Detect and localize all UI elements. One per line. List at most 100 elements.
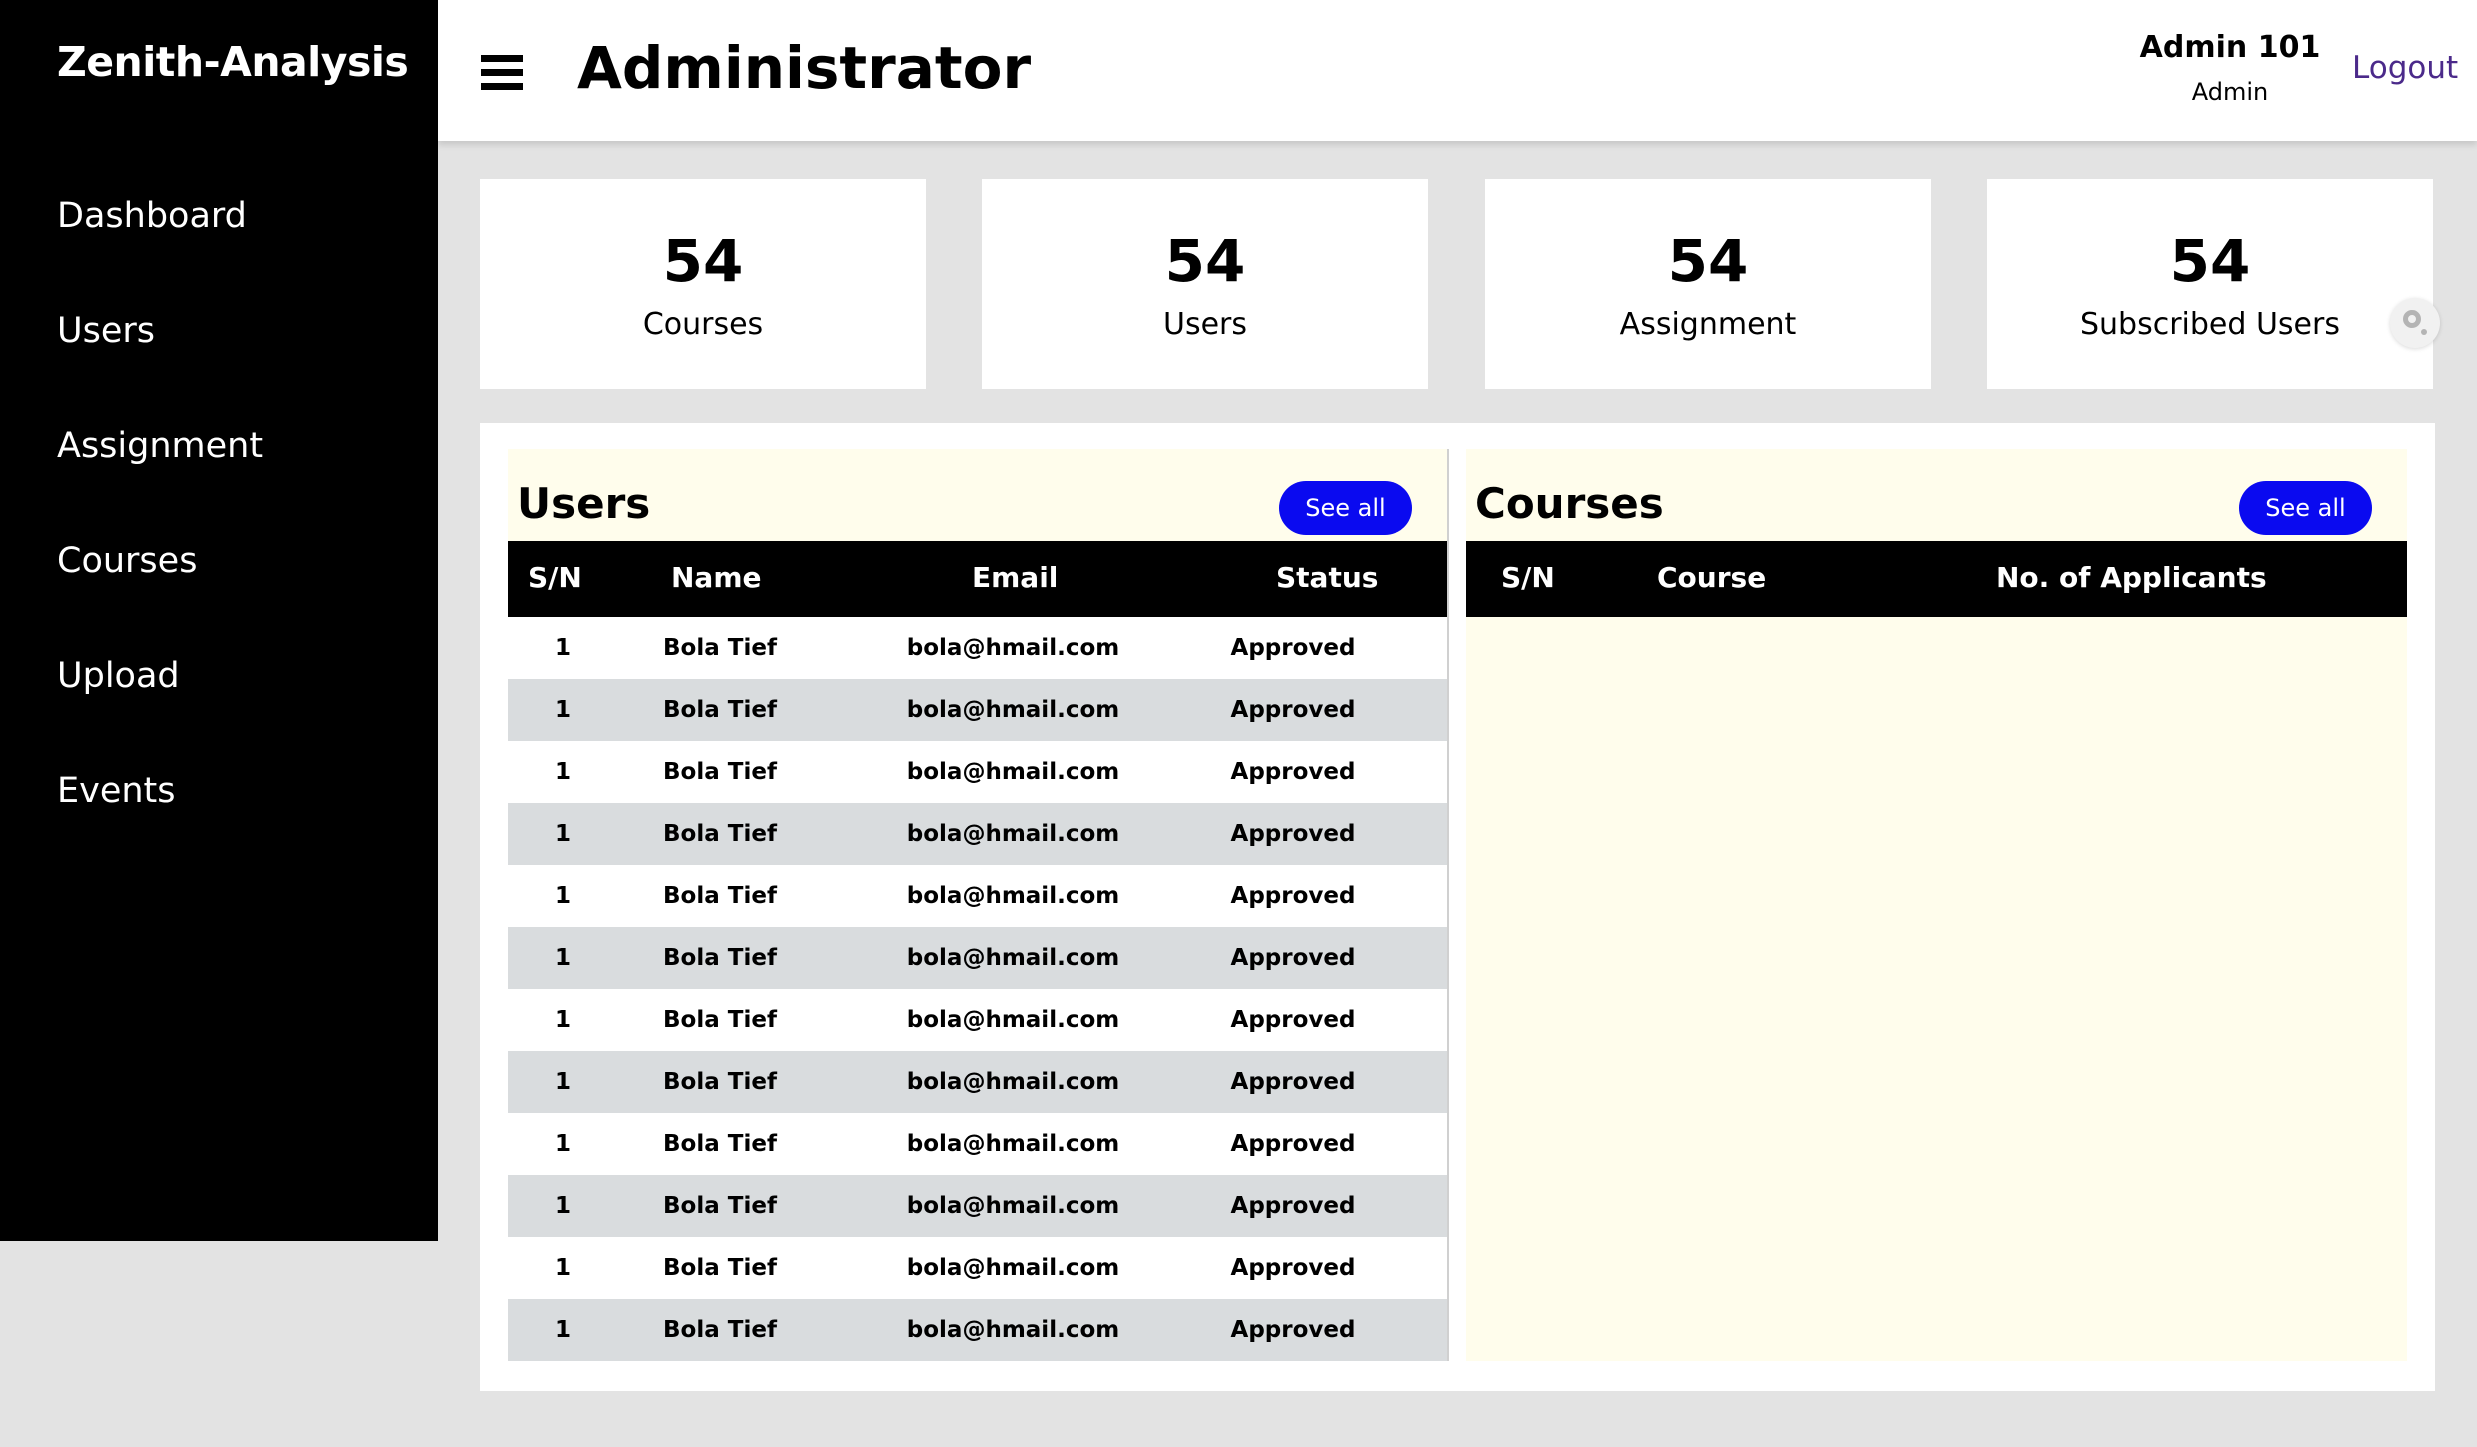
hamburger-menu-icon[interactable] [481, 55, 523, 91]
stat-label: Courses [642, 307, 764, 342]
stat-card-subscribed-users[interactable]: 54 Subscribed Users [1987, 179, 2433, 389]
column-header-applicants[interactable]: No. of Applicants [1996, 561, 2267, 594]
cell-status: Approved [1230, 1193, 1356, 1219]
cell-status: Approved [1230, 635, 1356, 661]
cell-name: Bola Tief [663, 1317, 777, 1343]
cell-email: bola@hmail.com [906, 759, 1120, 785]
cell-sn: 1 [554, 883, 571, 909]
cell-status: Approved [1230, 1069, 1356, 1095]
table-row[interactable]: 1 Bola Tief bola@hmail.com Approved [508, 927, 1448, 989]
cell-sn: 1 [554, 1255, 571, 1281]
cell-name: Bola Tief [663, 1255, 777, 1281]
courses-table-body [1466, 617, 2407, 1361]
cell-email: bola@hmail.com [906, 1317, 1120, 1343]
stat-label: Users [1162, 307, 1247, 342]
cell-sn: 1 [554, 1317, 571, 1343]
table-row[interactable]: 1 Bola Tief bola@hmail.com Approved [508, 1113, 1448, 1175]
sidebar-item-events[interactable]: Events [57, 771, 176, 811]
users-panel-title: Users [517, 479, 651, 528]
table-row[interactable]: 1 Bola Tief bola@hmail.com Approved [508, 1175, 1448, 1237]
sidebar-item-upload[interactable]: Upload [57, 656, 180, 696]
stat-value: 54 [1667, 227, 1749, 295]
cell-email: bola@hmail.com [906, 1255, 1120, 1281]
cell-name: Bola Tief [663, 1007, 777, 1033]
cell-status: Approved [1230, 759, 1356, 785]
users-panel-header: Users See all [508, 449, 1448, 546]
sidebar-item-courses[interactable]: Courses [57, 541, 197, 581]
cell-email: bola@hmail.com [906, 883, 1120, 909]
brand-logo[interactable]: Zenith-Analysis [57, 38, 409, 86]
table-row[interactable]: 1 Bola Tief bola@hmail.com Approved [508, 865, 1448, 927]
cell-email: bola@hmail.com [906, 1193, 1120, 1219]
table-row[interactable]: 1 Bola Tief bola@hmail.com Approved [508, 679, 1448, 741]
table-row[interactable]: 1 Bola Tief bola@hmail.com Approved [508, 617, 1448, 679]
column-header-sn[interactable]: S/N [1501, 561, 1555, 594]
table-row[interactable]: 1 Bola Tief bola@hmail.com Approved [508, 1051, 1448, 1113]
courses-see-all-button[interactable]: See all [2239, 481, 2372, 535]
sidebar: Zenith-Analysis Dashboard Users Assignme… [0, 0, 438, 1241]
sidebar-item-assignment[interactable]: Assignment [57, 426, 263, 466]
cell-status: Approved [1230, 883, 1356, 909]
column-header-status[interactable]: Status [1276, 561, 1378, 594]
column-header-name[interactable]: Name [671, 561, 762, 594]
cell-name: Bola Tief [663, 1069, 777, 1095]
cell-sn: 1 [554, 821, 571, 847]
cell-sn: 1 [554, 1069, 571, 1095]
cell-sn: 1 [554, 697, 571, 723]
table-row[interactable]: 1 Bola Tief bola@hmail.com Approved [508, 1299, 1448, 1361]
cell-email: bola@hmail.com [906, 1007, 1120, 1033]
courses-panel-header: Courses See all [1466, 449, 2407, 546]
user-name: Admin 101 [2139, 30, 2321, 65]
stat-card-assignment[interactable]: 54 Assignment [1485, 179, 1931, 389]
cell-name: Bola Tief [663, 759, 777, 785]
stat-card-users[interactable]: 54 Users [982, 179, 1428, 389]
table-row[interactable]: 1 Bola Tief bola@hmail.com Approved [508, 1237, 1448, 1299]
cell-status: Approved [1230, 1131, 1356, 1157]
cell-status: Approved [1230, 697, 1356, 723]
cell-status: Approved [1230, 1317, 1356, 1343]
cell-sn: 1 [554, 945, 571, 971]
cell-name: Bola Tief [663, 821, 777, 847]
cell-sn: 1 [554, 635, 571, 661]
cell-sn: 1 [554, 759, 571, 785]
stat-label: Assignment [1619, 307, 1797, 342]
users-table-header: S/N Name Email Status [508, 541, 1448, 617]
panel-divider [1447, 449, 1449, 1361]
sidebar-item-users[interactable]: Users [57, 311, 155, 351]
cell-name: Bola Tief [663, 697, 777, 723]
users-table-body: 1 Bola Tief bola@hmail.com Approved 1 Bola Ti… [508, 617, 1448, 1361]
column-header-course[interactable]: Course [1657, 561, 1766, 594]
stat-card-courses[interactable]: 54 Courses [480, 179, 926, 389]
cell-email: bola@hmail.com [906, 1069, 1120, 1095]
cell-status: Approved [1230, 821, 1356, 847]
cell-name: Bola Tief [663, 1193, 777, 1219]
cell-name: Bola Tief [663, 945, 777, 971]
courses-table-header: S/N Course No. of Applicants [1466, 541, 2407, 617]
sidebar-item-dashboard[interactable]: Dashboard [57, 196, 247, 236]
stat-value: 54 [662, 227, 744, 295]
cell-sn: 1 [554, 1131, 571, 1157]
cell-sn: 1 [554, 1193, 571, 1219]
courses-panel-title: Courses [1475, 479, 1664, 528]
stat-value: 54 [2169, 227, 2251, 295]
cell-email: bola@hmail.com [906, 1131, 1120, 1157]
column-header-email[interactable]: Email [972, 561, 1058, 594]
table-row[interactable]: 1 Bola Tief bola@hmail.com Approved [508, 741, 1448, 803]
cell-name: Bola Tief [663, 883, 777, 909]
cell-sn: 1 [554, 1007, 571, 1033]
cell-email: bola@hmail.com [906, 945, 1120, 971]
stat-label: Subscribed Users [2080, 307, 2340, 342]
users-see-all-button[interactable]: See all [1279, 481, 1412, 535]
cell-email: bola@hmail.com [906, 697, 1120, 723]
cell-status: Approved [1230, 1007, 1356, 1033]
table-row[interactable]: 1 Bola Tief bola@hmail.com Approved [508, 989, 1448, 1051]
column-header-sn[interactable]: S/N [528, 561, 582, 594]
page-title: Administrator [577, 34, 1032, 102]
user-role: Admin [2191, 78, 2269, 106]
table-row[interactable]: 1 Bola Tief bola@hmail.com Approved [508, 803, 1448, 865]
logout-link[interactable]: Logout [2352, 50, 2458, 86]
cell-email: bola@hmail.com [906, 635, 1120, 661]
floating-search-icon[interactable] [2390, 298, 2440, 348]
cell-email: bola@hmail.com [906, 821, 1120, 847]
cell-name: Bola Tief [663, 1131, 777, 1157]
